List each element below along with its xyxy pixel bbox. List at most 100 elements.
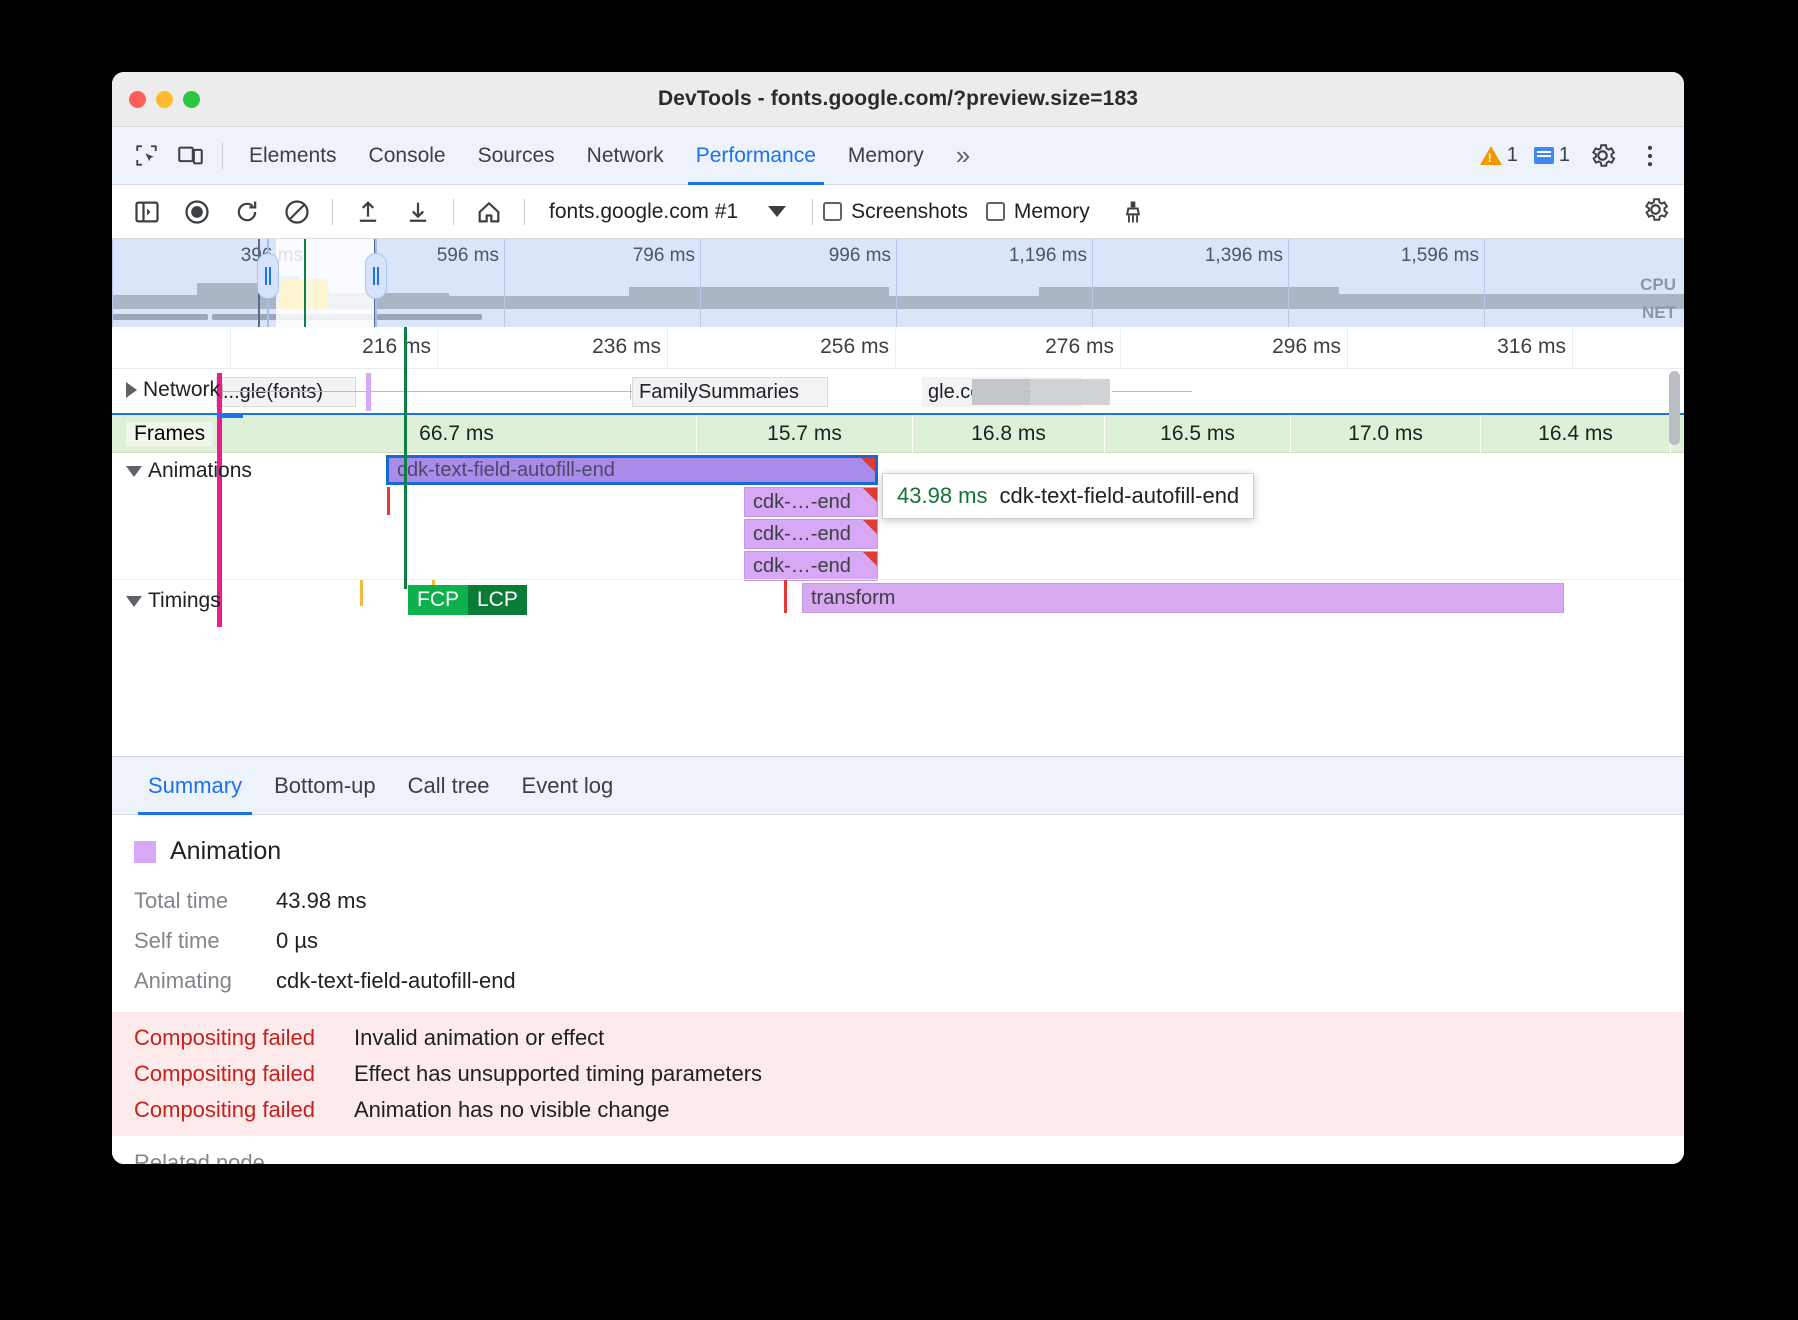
- flame-scrollbar[interactable]: [1669, 371, 1680, 445]
- upload-icon[interactable]: [343, 190, 393, 234]
- tab-performance[interactable]: Performance: [680, 127, 832, 185]
- screenshots-checkbox[interactable]: Screenshots: [823, 200, 968, 224]
- toolbar-divider-1: [332, 199, 333, 225]
- capture-settings-icon[interactable]: [1641, 195, 1684, 229]
- tab-memory[interactable]: Memory: [832, 127, 940, 185]
- track-frames[interactable]: 66.7 ms 15.7 ms 16.8 ms 16.5 ms 17.0 ms …: [112, 415, 1684, 453]
- clear-icon[interactable]: [272, 190, 322, 234]
- gear-icon[interactable]: [1580, 136, 1624, 176]
- overview-fcp-marker: [304, 239, 306, 327]
- track-rail-stub: [217, 413, 243, 418]
- flame-ruler: 216 ms 236 ms 256 ms 276 ms 296 ms 316 m…: [112, 327, 1684, 369]
- track-label-network[interactable]: Network: [126, 378, 220, 402]
- tab-network[interactable]: Network: [571, 127, 680, 185]
- detail-key: Total time: [134, 888, 276, 914]
- tab-event-log[interactable]: Event log: [506, 757, 630, 815]
- toolbar-divider-3: [524, 199, 525, 225]
- tooltip-name: cdk-text-field-autofill-end: [1000, 483, 1240, 509]
- network-event[interactable]: FamilySummaries: [632, 377, 828, 407]
- failure-key: Compositing failed: [134, 1025, 354, 1051]
- timeline-overview[interactable]: 196 ms 396 ms 596 ms 796 ms 996 ms 1,196…: [112, 239, 1684, 327]
- tab-label: Console: [369, 144, 446, 168]
- toolbar-divider-4: [812, 199, 813, 225]
- animation-bar[interactable]: cdk-…-end: [744, 519, 878, 549]
- frame-duration: 16.8 ms: [971, 422, 1046, 446]
- overview-resize-handle-right[interactable]: [365, 253, 387, 299]
- overview-resize-handle-left[interactable]: [257, 253, 279, 299]
- chevron-right-icon[interactable]: [126, 382, 137, 398]
- memory-checkbox[interactable]: Memory: [986, 200, 1090, 224]
- detail-value: cdk-text-field-autofill-end: [276, 968, 516, 994]
- home-icon[interactable]: [464, 190, 514, 234]
- overview-tick-label: 1,396 ms: [1205, 245, 1283, 267]
- network-animation-marker: [366, 373, 371, 411]
- track-name-text: Animations: [148, 459, 252, 483]
- warning-badge[interactable]: 1: [1474, 144, 1524, 167]
- related-node-label: Related node: [134, 1150, 1662, 1164]
- track-label-animations[interactable]: Animations: [126, 459, 252, 483]
- tab-strip-right: 1 1: [1474, 136, 1684, 176]
- tab-label: Performance: [696, 144, 816, 168]
- details-body: Animation Total time 43.98 ms Self time …: [112, 815, 1684, 1164]
- animation-label: cdk-text-field-autofill-end: [397, 459, 615, 482]
- detail-key: Animating: [134, 968, 276, 994]
- collect-garbage-icon[interactable]: [1108, 190, 1158, 234]
- devtools-window: DevTools - fonts.google.com/?preview.siz…: [112, 72, 1684, 1164]
- chevron-down-icon[interactable]: [768, 206, 786, 217]
- kebab-menu-icon[interactable]: [1628, 136, 1672, 176]
- track-network[interactable]: ...gle(fonts) FamilySummaries gle.com) N…: [112, 369, 1684, 415]
- details-tab-label: Event log: [522, 773, 614, 799]
- download-icon[interactable]: [393, 190, 443, 234]
- detail-value: 43.98 ms: [276, 888, 367, 914]
- device-toolbar-icon[interactable]: [168, 136, 212, 176]
- failure-key: Compositing failed: [134, 1061, 354, 1087]
- reload-record-icon[interactable]: [222, 190, 272, 234]
- message-icon: [1534, 147, 1554, 164]
- inspect-icon[interactable]: [124, 136, 168, 176]
- tab-bottom-up[interactable]: Bottom-up: [258, 757, 392, 815]
- event-tooltip: 43.98 ms cdk-text-field-autofill-end: [882, 473, 1254, 519]
- animation-bar[interactable]: cdk-…-end: [744, 487, 878, 517]
- warning-icon: [1480, 146, 1502, 165]
- tooltip-duration: 43.98 ms: [897, 483, 988, 509]
- detail-row-animating: Animating cdk-text-field-autofill-end: [112, 968, 1684, 994]
- flame-chart[interactable]: 216 ms 236 ms 256 ms 276 ms 296 ms 316 m…: [112, 327, 1684, 627]
- tab-console[interactable]: Console: [353, 127, 462, 185]
- timing-marker-lcp[interactable]: LCP: [468, 585, 527, 615]
- checkbox-box: [986, 202, 1005, 221]
- overview-cpu-label: CPU: [1640, 275, 1676, 295]
- message-count: 1: [1559, 144, 1570, 167]
- fcp-vertical-marker: [404, 327, 407, 589]
- chevron-down-icon[interactable]: [126, 466, 142, 477]
- network-event[interactable]: ...gle(fonts): [216, 377, 356, 407]
- animation-bar[interactable]: cdk-…-end: [744, 551, 878, 581]
- tab-label: Elements: [249, 144, 337, 168]
- chevron-down-icon[interactable]: [126, 596, 142, 607]
- animation-bar-selected[interactable]: cdk-text-field-autofill-end: [386, 455, 878, 485]
- show-sidebar-icon[interactable]: [122, 190, 172, 234]
- tab-sources[interactable]: Sources: [462, 127, 571, 185]
- failure-value: Effect has unsupported timing parameters: [354, 1061, 762, 1087]
- overview-tick-label: 1,196 ms: [1009, 245, 1087, 267]
- toolbar-divider-2: [453, 199, 454, 225]
- timing-label: LCP: [477, 588, 518, 612]
- track-name-text: Timings: [148, 589, 221, 613]
- tab-call-tree[interactable]: Call tree: [392, 757, 506, 815]
- devtools-tab-strip: Elements Console Sources Network Perform…: [112, 127, 1684, 185]
- tab-summary[interactable]: Summary: [132, 757, 258, 815]
- frame-duration: 15.7 ms: [767, 422, 842, 446]
- tab-elements[interactable]: Elements: [233, 127, 353, 185]
- checkbox-label: Memory: [1014, 200, 1090, 224]
- message-badge[interactable]: 1: [1528, 144, 1576, 167]
- warning-count: 1: [1507, 144, 1518, 167]
- recording-select[interactable]: fonts.google.com #1: [535, 200, 752, 224]
- window-title: DevTools - fonts.google.com/?preview.siz…: [112, 87, 1684, 111]
- failure-row: Compositing failed Animation has no visi…: [112, 1092, 1684, 1128]
- track-label-timings[interactable]: Timings: [126, 589, 221, 613]
- failure-value: Invalid animation or effect: [354, 1025, 604, 1051]
- timing-marker-fcp[interactable]: FCP: [408, 585, 468, 615]
- record-icon[interactable]: [172, 190, 222, 234]
- more-tabs-button[interactable]: »: [940, 127, 986, 185]
- details-tab-label: Bottom-up: [274, 773, 376, 799]
- track-timings[interactable]: Timings FCP LCP: [112, 579, 1684, 615]
